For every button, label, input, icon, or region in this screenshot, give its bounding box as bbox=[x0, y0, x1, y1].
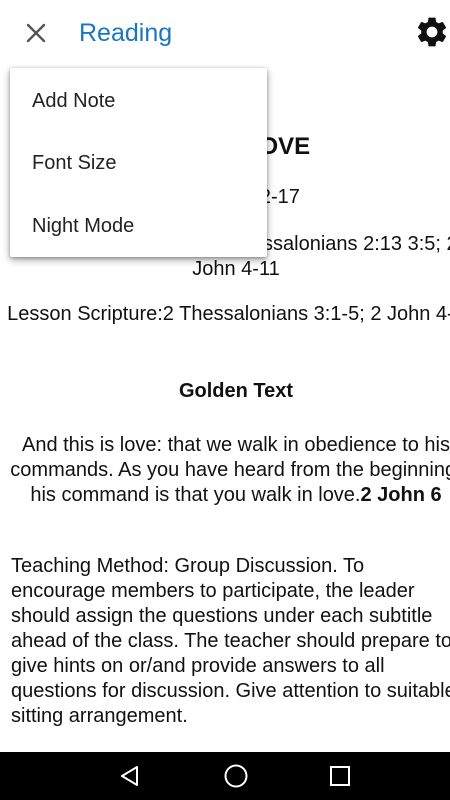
menu-item-night-mode[interactable]: Night Mode bbox=[10, 195, 267, 257]
nav-home-button[interactable] bbox=[206, 752, 266, 800]
system-nav-bar bbox=[0, 752, 450, 800]
app-screen: Reading 2019 GOD'S LOVE John 15:12-17 Ba… bbox=[0, 0, 450, 800]
lesson-scripture: Lesson Scripture:2 Thessalonians 3:1-5; … bbox=[7, 303, 450, 325]
home-circle-icon bbox=[224, 764, 248, 788]
teaching-method: Teaching Method: Group Discussion. To en… bbox=[11, 555, 450, 727]
close-button[interactable] bbox=[18, 15, 54, 51]
overflow-menu: Add Note Font Size Night Mode bbox=[10, 68, 267, 257]
close-icon bbox=[26, 23, 46, 43]
menu-item-font-size[interactable]: Font Size bbox=[10, 132, 267, 194]
golden-text-heading: Golden Text bbox=[178, 380, 294, 402]
nav-recents-button[interactable] bbox=[310, 752, 370, 800]
nav-back-button[interactable] bbox=[100, 752, 160, 800]
page-title: Reading bbox=[79, 19, 173, 47]
recents-square-icon bbox=[330, 766, 350, 786]
golden-text-reference: 2 John 6 bbox=[360, 484, 442, 506]
settings-button[interactable] bbox=[412, 12, 450, 52]
menu-item-add-note[interactable]: Add Note bbox=[10, 70, 267, 132]
back-triangle-icon bbox=[121, 766, 138, 786]
gear-icon bbox=[417, 17, 447, 47]
golden-text: And this is love: that we walk in obedie… bbox=[0, 433, 450, 508]
app-bar: Reading bbox=[0, 0, 450, 66]
